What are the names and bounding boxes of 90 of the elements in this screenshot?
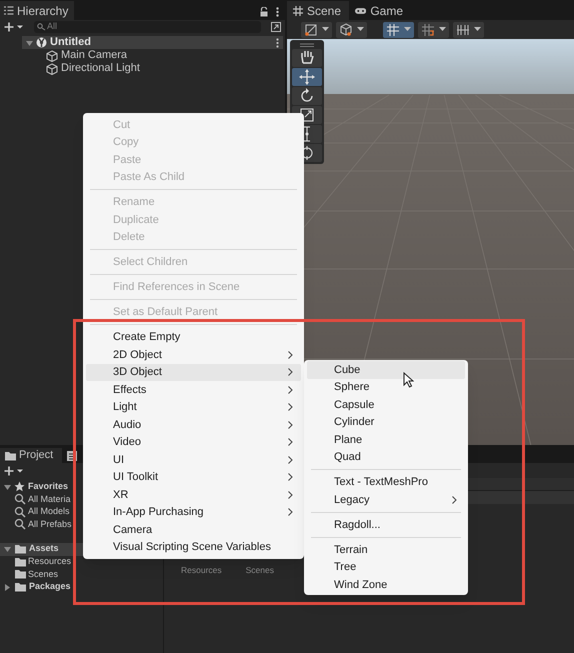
move-tool[interactable] [292, 68, 322, 86]
snap-button[interactable] [418, 22, 449, 38]
folder-icon [14, 556, 26, 568]
chevron-right-icon [288, 420, 293, 429]
grid-icon [421, 22, 435, 36]
search-icon [14, 506, 26, 518]
menu-item[interactable]: XR [86, 486, 301, 504]
menu-item[interactable]: UI Toolkit [86, 468, 301, 486]
menu-item[interactable]: Legacy [307, 491, 465, 508]
menu-item[interactable]: Audio [86, 416, 301, 434]
square-icon [304, 22, 318, 36]
cube-icon [46, 50, 58, 62]
saved-search-link[interactable]: All Prefabs [28, 518, 72, 531]
chevron-right-icon [288, 386, 293, 394]
menu-item[interactable]: Create Empty [86, 328, 301, 346]
menu-item[interactable]: Sphere [307, 378, 465, 396]
menu-item[interactable]: Plane [307, 431, 465, 448]
rotate-tool[interactable] [292, 87, 322, 105]
chevron-right-icon [288, 490, 293, 499]
menu-item[interactable]: Tree [307, 558, 465, 576]
chevron-right-icon [288, 456, 293, 464]
grid-icon [293, 6, 303, 16]
folder-icon [14, 581, 26, 593]
saved-search-link[interactable]: All Models [28, 505, 70, 518]
gamepad-icon [355, 6, 366, 16]
menu-item[interactable]: Quad [307, 448, 465, 466]
chevron-right-icon [288, 368, 293, 376]
chevron-right-icon [288, 473, 293, 482]
menu-item[interactable]: Capsule [307, 396, 465, 414]
move-arrows-icon [298, 68, 316, 86]
chevron-right-icon [288, 350, 293, 359]
more-icon [276, 7, 279, 17]
search-icon [14, 493, 26, 506]
dropdown-caret-icon [474, 27, 481, 32]
add-icon [4, 466, 24, 476]
draw-mode-button[interactable] [301, 22, 332, 38]
tree-row[interactable]: Packages [0, 580, 163, 594]
folder-icon [4, 450, 16, 462]
folder-icon [14, 568, 26, 580]
dropdown-caret-icon [322, 27, 329, 32]
menu-item[interactable]: 3D Object [86, 364, 301, 381]
cube-icon [46, 62, 58, 74]
dropdown-caret-icon [357, 27, 364, 32]
menu-item[interactable]: Cube [307, 361, 465, 378]
hand-tool[interactable] [292, 49, 322, 67]
chevron-right-icon [288, 403, 293, 412]
menu-item[interactable]: Video [86, 434, 301, 451]
menu-item[interactable]: Wind Zone [307, 576, 465, 594]
project-tab[interactable]: Project [0, 448, 62, 463]
folder-icon [14, 543, 26, 555]
cube-icon [339, 22, 353, 36]
menu-item[interactable]: Terrain [307, 541, 465, 558]
ruler-icon [456, 22, 470, 36]
folder-link[interactable]: Resources [28, 555, 72, 568]
folder-label[interactable]: Scenes [246, 564, 274, 577]
cursor-icon [403, 372, 414, 388]
gizmo-button[interactable] [336, 22, 367, 38]
chevron-right-icon [288, 438, 293, 446]
more-icon [276, 38, 279, 48]
menu-item[interactable]: Light [86, 398, 301, 416]
grid-button[interactable] [383, 22, 414, 38]
list-icon [4, 6, 14, 15]
menu-item[interactable]: Cylinder [307, 414, 465, 431]
star-icon [14, 481, 25, 492]
scene-toggle-icon [271, 22, 281, 32]
increment-button[interactable] [453, 22, 484, 38]
menu-item[interactable]: Text - TextMeshPro [307, 474, 465, 491]
search-field[interactable]: All [34, 21, 261, 33]
hierarchy-tab[interactable]: Hierarchy [0, 1, 74, 20]
menu-item[interactable]: Ragdoll... [307, 516, 465, 534]
menu-item[interactable]: UI [86, 451, 301, 468]
search-icon [37, 23, 46, 31]
menu-item[interactable]: 2D Object [86, 346, 301, 364]
scene-row[interactable]: Untitled [22, 36, 283, 49]
search-icon [14, 518, 26, 530]
folder-label[interactable]: Resources [181, 564, 222, 577]
add-icon [4, 22, 24, 32]
grid-icon [386, 22, 400, 36]
menu-item[interactable]: In-App Purchasing [86, 504, 301, 521]
chevron-right-icon [288, 508, 293, 516]
menu-item[interactable]: Effects [86, 381, 301, 398]
scene-name: Untitled [50, 35, 92, 50]
menu-item[interactable]: Camera [86, 521, 301, 538]
view-tab[interactable]: Scene [287, 1, 349, 20]
lock-icon [260, 7, 268, 17]
folder-link[interactable]: Scenes [28, 568, 58, 581]
dropdown-caret-icon [439, 27, 446, 32]
dropdown-caret-icon [404, 27, 411, 32]
chevron-right-icon [452, 496, 457, 504]
saved-search-link[interactable]: All Materia [28, 492, 71, 506]
